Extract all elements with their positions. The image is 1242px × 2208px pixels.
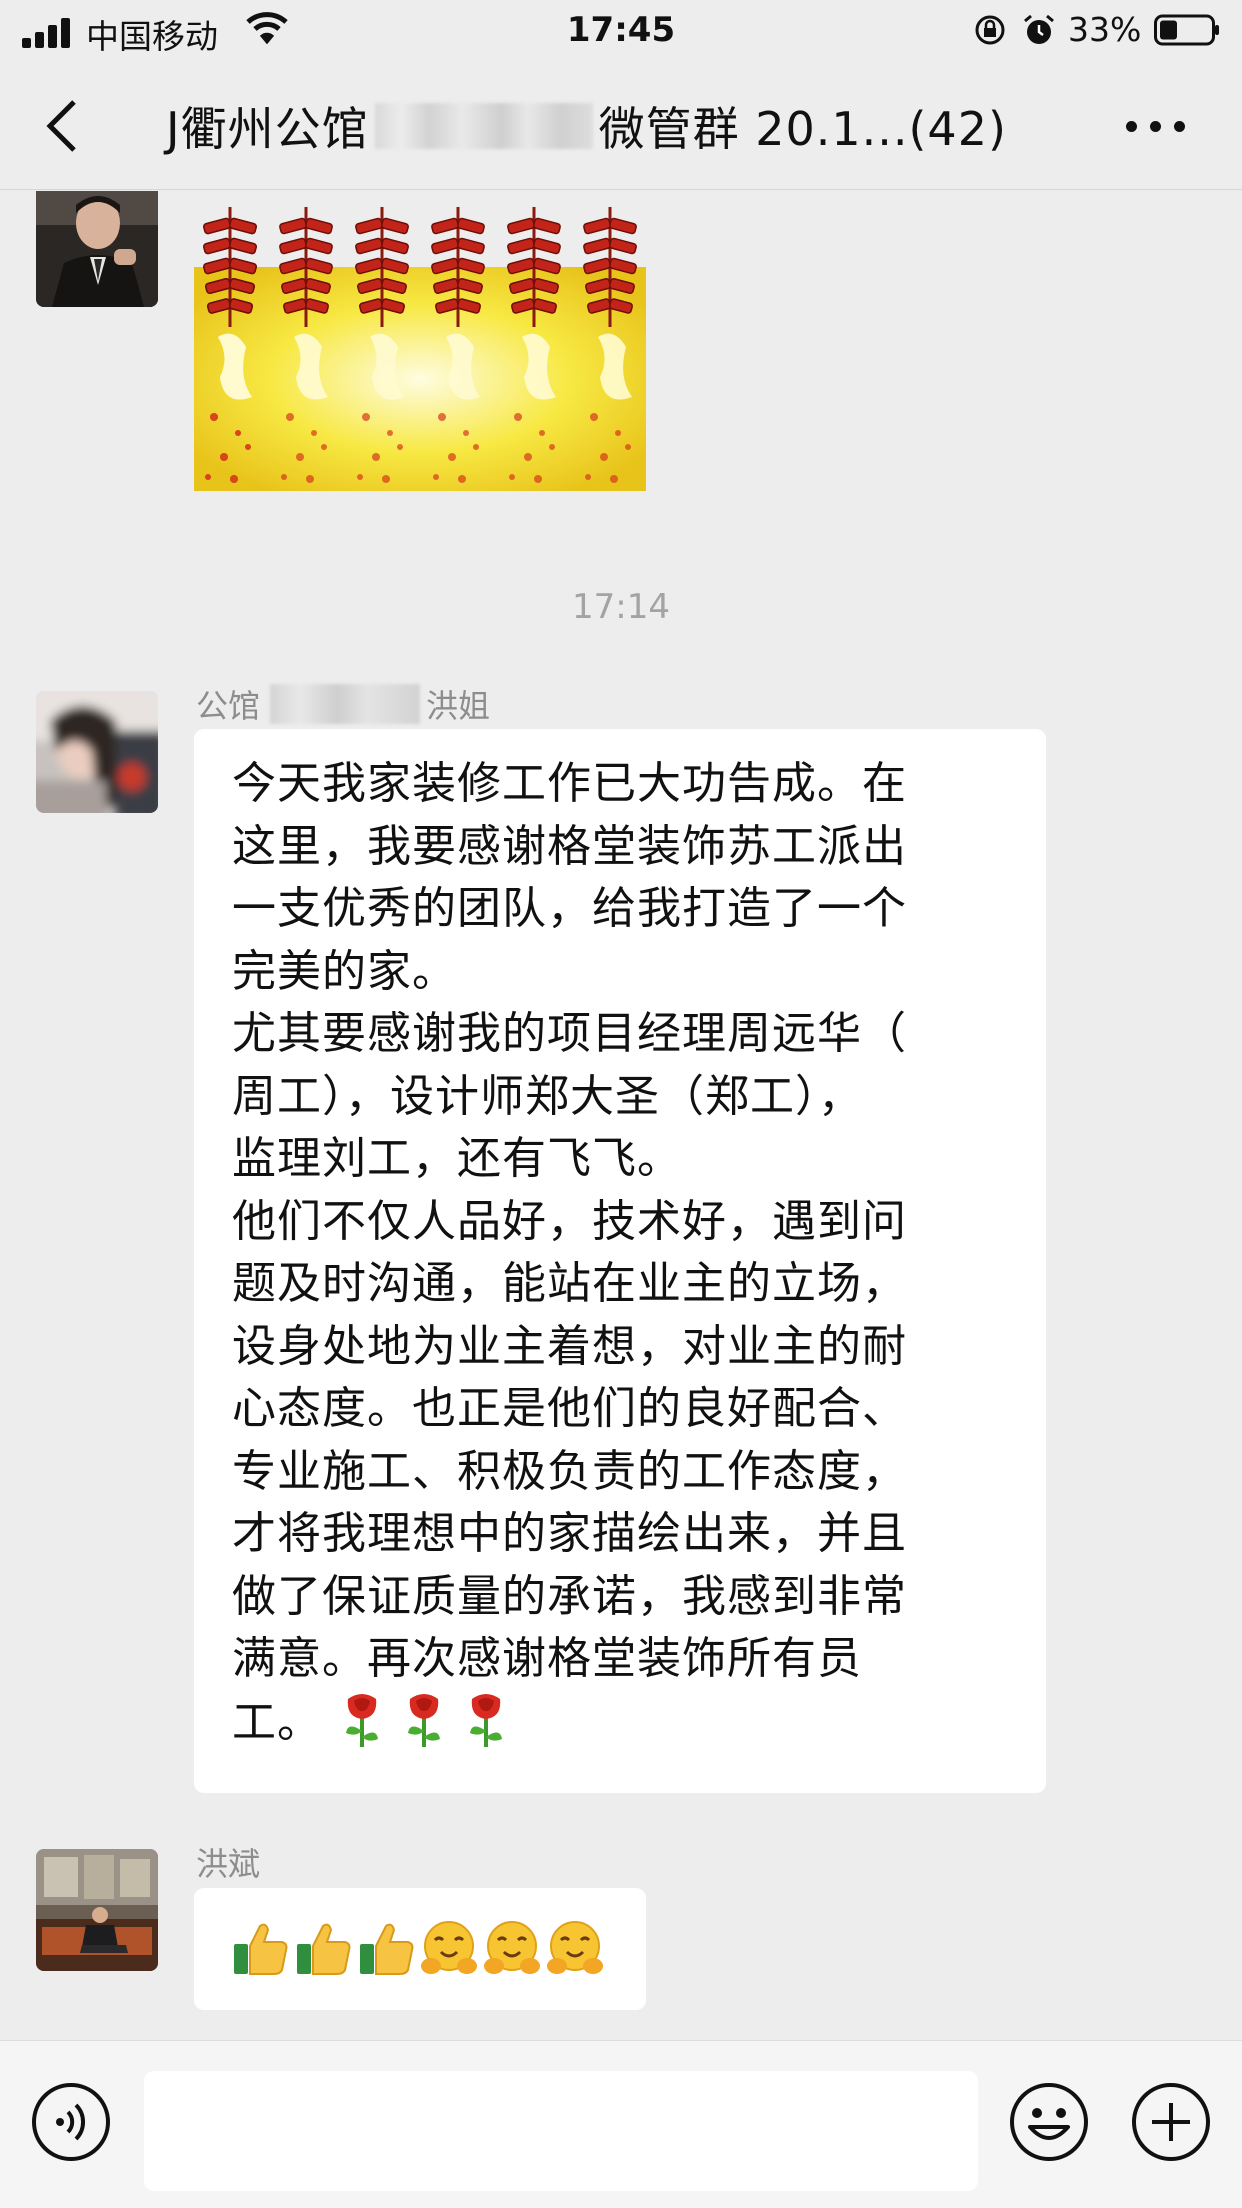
hug-face-icon — [547, 1921, 603, 1974]
avatar[interactable] — [36, 691, 158, 813]
message-line: 这里，我要感谢格堂装饰苏工派出 — [232, 820, 907, 872]
thumbs-up-icon — [360, 1923, 414, 1975]
plus-icon[interactable] — [1130, 2081, 1212, 2163]
message-line: 设身处地为业主着想，对业主的耐 — [232, 1320, 907, 1372]
more-options-icon[interactable] — [1126, 112, 1186, 140]
nav-bar: J衢州公馆 微管群 20.1...(42) — [0, 62, 1242, 190]
avatar[interactable] — [36, 1849, 158, 1971]
message-line: 完美的家。 — [232, 945, 457, 997]
status-bar: 中国移动 17:45 33% — [0, 0, 1242, 62]
sender-name-suffix: 洪姐 — [426, 687, 491, 725]
back-icon[interactable] — [40, 98, 84, 154]
message-bubble[interactable] — [194, 1888, 646, 2010]
sender-name: 公馆 洪姐 — [196, 681, 490, 727]
message-line: 尤其要感谢我的项目经理周远华（ — [232, 1008, 907, 1059]
message-line: 满意。再次感谢格堂装饰所有员 — [232, 1633, 862, 1684]
message-bubble[interactable]: 今天我家装修工作已大功告成。在 这里，我要感谢格堂装饰苏工派出 一支优秀的团队，… — [194, 729, 1046, 1793]
alarm-icon — [1024, 14, 1054, 44]
chat-title-prefix: J衢州公馆 — [166, 102, 369, 156]
message-timestamp: 17:14 — [572, 587, 670, 627]
message-input[interactable] — [144, 2071, 978, 2191]
rose-icon — [470, 1693, 502, 1747]
thumbs-up-icon — [234, 1923, 288, 1975]
voice-icon[interactable] — [30, 2081, 112, 2163]
redacted-block — [374, 103, 593, 149]
avatar[interactable] — [36, 191, 158, 307]
chat-area[interactable]: 17:14 公馆 洪姐 今天我家装修工作已大功告成。在 这里，我要感谢格堂装饰苏… — [0, 191, 1242, 2039]
battery-icon — [1154, 14, 1219, 46]
hug-face-icon — [484, 1921, 540, 1974]
message-line: 才将我理想中的家描绘出来，并且 — [232, 1508, 907, 1559]
rotation-lock-icon — [975, 15, 1005, 45]
message-line: 监理刘工，还有飞飞。 — [232, 1133, 682, 1184]
redacted-block — [270, 684, 421, 724]
smiley-icon[interactable] — [1008, 2081, 1090, 2163]
message-line-last: 工。 — [232, 1691, 1016, 1755]
message-line: 他们不仅人品好，技术好，遇到问 — [232, 1195, 907, 1247]
message-line: 工。 — [232, 1696, 322, 1748]
sender-name-prefix: 公馆 — [196, 687, 261, 725]
thumbs-up-icon — [297, 1923, 351, 1975]
message-line: 周工），设计师郑大圣（郑工）， — [232, 1070, 863, 1122]
chat-title-suffix: 微管群 20.1...(42) — [598, 102, 1007, 156]
rose-icon — [408, 1693, 440, 1747]
sender-name: 洪斌 — [196, 1845, 261, 1883]
message-line: 今天我家装修工作已大功告成。在 — [232, 758, 907, 809]
rose-icon — [346, 1693, 378, 1747]
message-line: 一支优秀的团队，给我打造了一个 — [232, 883, 907, 934]
hug-face-icon — [421, 1921, 477, 1974]
message-line: 心态度。也正是他们的良好配合、 — [232, 1383, 907, 1434]
battery-percent: 33% — [1068, 10, 1142, 49]
chat-title: J衢州公馆 微管群 20.1...(42) — [166, 96, 1007, 156]
message-line: 题及时沟通，能站在业主的立场， — [232, 1258, 907, 1309]
message-line: 做了保证质量的承诺，我感到非常 — [232, 1570, 907, 1622]
message-line: 专业施工、积极负责的工作态度， — [232, 1445, 907, 1497]
input-bar — [0, 2040, 1242, 2208]
